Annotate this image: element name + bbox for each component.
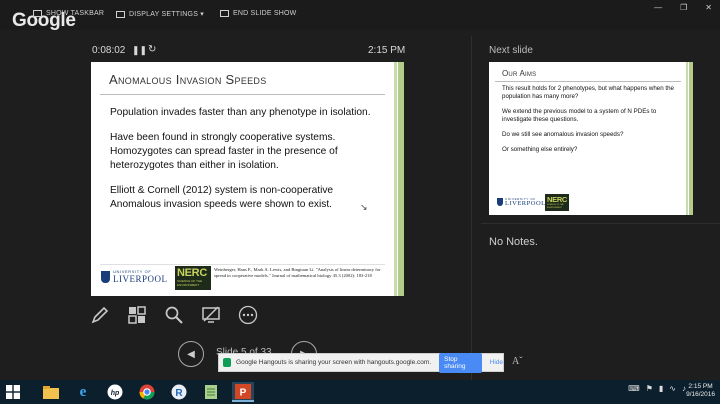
next-slide-preview[interactable]: Our Aims This result holds for 2 phenoty… — [489, 62, 693, 215]
end-slide-show-button[interactable]: END SLIDE SHOW — [220, 10, 296, 17]
more-icon — [238, 305, 258, 325]
restart-timer-icon[interactable]: ↻ — [148, 44, 156, 55]
internet-explorer-icon[interactable]: e — [72, 382, 94, 402]
taskbar-time: 2:15 PM — [688, 383, 713, 390]
screen-off-icon — [202, 306, 220, 323]
slide-footer-rule — [100, 264, 385, 265]
nerc-logo: NERC SCIENCE OF THE ENVIRONMENT — [545, 194, 569, 211]
speaker-notes: No Notes. — [489, 236, 538, 248]
show-taskbar-button[interactable]: SHOW TASKBAR — [33, 10, 104, 17]
logo-text-big: LIVERPOOL — [113, 274, 168, 284]
next-slide-paragraph: Or something else entirely? — [502, 146, 578, 153]
see-all-slides-button[interactable] — [125, 303, 149, 327]
presenter-view: Google SHOW TASKBAR DISPLAY SETTINGS ▾ E… — [0, 0, 720, 380]
hangouts-sharing-bar: Google Hangouts is sharing your screen w… — [218, 352, 504, 373]
logo-text-big: LIVERPOOL — [505, 200, 546, 207]
r-app-icon[interactable]: R — [168, 382, 190, 402]
nerc-tagline: SCIENCE OF THE ENVIRONMENT — [177, 279, 203, 287]
next-slide-paragraph: Do we still see anomalous invasion speed… — [502, 131, 624, 138]
slide-paragraph: Elliott & Cornell (2012) system is non-c… — [110, 185, 334, 210]
mouse-cursor-icon: ↘ — [360, 202, 368, 212]
display-settings-label: DISPLAY SETTINGS ▾ — [129, 11, 204, 18]
more-options-button[interactable] — [236, 303, 260, 327]
nerc-tagline: SCIENCE OF THE ENVIRONMENT — [547, 204, 564, 209]
grid-icon — [128, 306, 146, 324]
battery-icon[interactable]: ▮ — [659, 384, 663, 393]
pen-tool-button[interactable] — [88, 303, 112, 327]
display-settings-button[interactable]: DISPLAY SETTINGS ▾ — [116, 10, 204, 18]
show-taskbar-label: SHOW TASKBAR — [46, 10, 105, 17]
powerpoint-icon[interactable]: P — [232, 382, 254, 402]
notepad-icon[interactable] — [200, 382, 222, 402]
panel-divider — [471, 36, 472, 380]
crest-icon — [497, 198, 503, 206]
slide-accent-bar — [686, 62, 688, 215]
slide-body: Population invades faster than any pheno… — [110, 106, 382, 223]
next-slide-title: Our Aims — [502, 69, 537, 78]
restore-icon[interactable]: ❐ — [680, 3, 687, 12]
windows-start-icon[interactable] — [6, 385, 20, 399]
presenter-toolbar: Google SHOW TASKBAR DISPLAY SETTINGS ▾ E… — [0, 0, 720, 31]
university-of-liverpool-logo: UNIVERSITY OF LIVERPOOL — [101, 268, 167, 290]
slideshow-timer: 0:08:02 — [92, 45, 126, 56]
windows-taskbar: e hp R P ⌨ ⚑ ▮ ∿ ♪ 2:15 PM 9/16/2016 — [0, 380, 720, 404]
file-explorer-icon[interactable] — [40, 382, 62, 402]
taskbar-icon — [33, 10, 42, 17]
system-tray: ⌨ ⚑ ▮ ∿ ♪ — [628, 384, 686, 393]
slide-title-rule — [100, 94, 385, 95]
next-slide-body: This result holds for 2 phenotypes, but … — [502, 85, 682, 161]
current-time: 2:15 PM — [368, 45, 406, 56]
font-size-icon[interactable]: Aˇ — [512, 356, 523, 367]
university-of-liverpool-logo: UNIVERSITY OF LIVERPOOL — [497, 196, 546, 210]
next-slide-rule — [495, 81, 681, 82]
keyboard-icon[interactable]: ⌨ — [628, 384, 640, 393]
pen-icon — [91, 306, 109, 324]
end-show-icon — [220, 10, 229, 17]
previous-slide-button[interactable]: ◀ — [178, 341, 204, 367]
slide-accent-bar — [398, 62, 404, 296]
taskbar-date: 9/16/2016 — [686, 391, 715, 398]
next-slide-paragraph: This result holds for 2 phenotypes, but … — [502, 85, 674, 100]
black-screen-button[interactable] — [199, 303, 223, 327]
svg-text:R: R — [175, 388, 183, 399]
nerc-wordmark: NERC — [547, 195, 568, 204]
slide-paragraph: Population invades faster than any pheno… — [110, 107, 371, 118]
presenter-tools — [88, 303, 260, 327]
zoom-button[interactable] — [162, 303, 186, 327]
hangouts-icon — [223, 358, 232, 367]
window-controls: — ❐ ✕ — [654, 3, 712, 12]
svg-text:hp: hp — [111, 390, 120, 397]
hide-button[interactable]: Hide — [490, 359, 503, 366]
notes-divider — [481, 223, 720, 224]
magnifier-icon — [165, 306, 183, 324]
next-slide-paragraph: We extend the previous model to a system… — [502, 108, 657, 123]
notifications-icon[interactable]: ⚑ — [646, 384, 653, 393]
slide-accent-bar — [394, 62, 397, 296]
wifi-icon[interactable]: ∿ — [669, 384, 676, 393]
monitor-icon — [116, 10, 125, 18]
next-slide-label: Next slide — [489, 45, 533, 56]
slide-title: Anomalous Invasion Speeds — [109, 72, 267, 87]
stop-sharing-button[interactable]: Stop sharing — [439, 352, 482, 373]
end-slide-show-label: END SLIDE SHOW — [233, 10, 297, 17]
slide-citation: Weinberger, Hans F., Mark A. Lewis, and … — [214, 267, 381, 279]
slide-paragraph: Have been found in strongly cooperative … — [110, 132, 338, 171]
nerc-logo: NERC SCIENCE OF THE ENVIRONMENT — [175, 266, 211, 290]
taskbar-clock[interactable]: 2:15 PM 9/16/2016 — [686, 383, 715, 399]
nerc-wordmark: NERC — [177, 267, 207, 279]
svg-text:P: P — [240, 387, 247, 398]
close-icon[interactable]: ✕ — [705, 3, 712, 12]
hp-icon[interactable]: hp — [104, 382, 126, 402]
sharing-message: Google Hangouts is sharing your screen w… — [236, 359, 432, 366]
chevron-left-icon: ◀ — [187, 348, 195, 360]
minimize-icon[interactable]: — — [654, 3, 662, 12]
current-slide: Anomalous Invasion Speeds Population inv… — [91, 62, 404, 296]
crest-icon — [101, 271, 110, 283]
slide-accent-bar — [689, 62, 693, 215]
chrome-icon[interactable] — [136, 382, 158, 402]
pause-timer-icon[interactable]: ❚❚ — [132, 45, 147, 56]
